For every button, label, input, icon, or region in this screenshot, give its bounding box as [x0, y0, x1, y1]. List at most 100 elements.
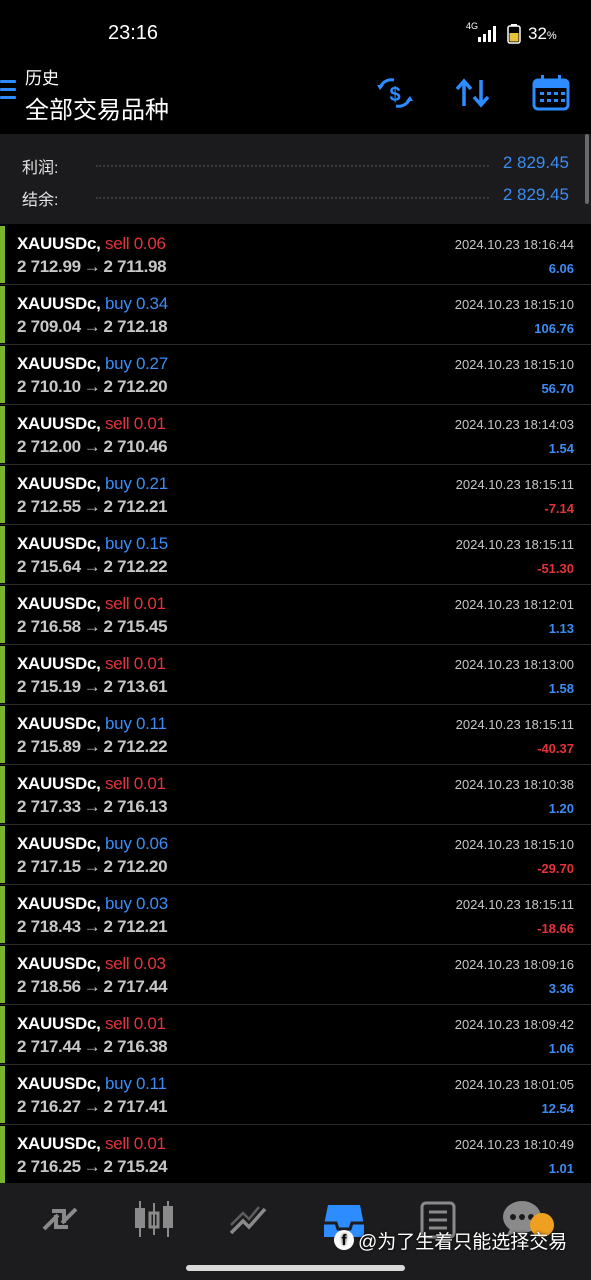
row-marker	[0, 406, 5, 463]
row-marker	[0, 286, 5, 343]
trade-row[interactable]: XAUUSDc, sell 0.01 2 716.58 → 2 715.45 2024.…	[0, 585, 591, 645]
trade-time: 2024.10.23 18:15:10	[454, 297, 574, 312]
trade-symbol: XAUUSDc, sell 0.01	[17, 414, 166, 433]
trade-row[interactable]: XAUUSDc, buy 0.11 2 715.89 → 2 712.22 2024.1…	[0, 705, 591, 765]
close-price: 2 716.38	[103, 1037, 168, 1056]
trade-profit: 56.70	[541, 381, 574, 396]
trade-symbol: XAUUSDc, buy 0.11	[17, 1074, 167, 1093]
menu-icon[interactable]	[0, 80, 16, 102]
header-subtitle: 历史	[25, 69, 59, 88]
trade-row[interactable]: XAUUSDc, sell 0.01 2 712.00 → 2 710.46 2024.…	[0, 405, 591, 465]
trade-prices: 2 715.89 → 2 712.22	[17, 737, 168, 757]
trade-profit: 3.36	[548, 981, 574, 996]
profit-label: 利润:	[22, 160, 59, 177]
arrow-right-icon: →	[83, 917, 101, 936]
trade-profit: 106.76	[534, 321, 574, 336]
trade-profit: 1.58	[548, 681, 574, 696]
row-marker	[0, 766, 5, 823]
trade-prices: 2 716.25 → 2 715.24	[17, 1157, 168, 1177]
trade-side: buy 0.06	[105, 834, 168, 853]
trade-row[interactable]: XAUUSDc, sell 0.06 2 712.99 → 2 711.98 2024.…	[0, 225, 591, 285]
gesture-handle[interactable]	[186, 1265, 405, 1271]
arrow-right-icon: →	[83, 377, 101, 396]
chart-icon[interactable]	[132, 1199, 176, 1239]
arrow-right-icon: →	[83, 797, 101, 816]
trade-profit: -51.30	[537, 561, 574, 576]
trade-row[interactable]: XAUUSDc, buy 0.27 2 710.10 → 2 712.20 2024.1…	[0, 345, 591, 405]
calendar-icon[interactable]	[530, 72, 572, 114]
trade-time: 2024.10.23 18:16:44	[454, 237, 574, 252]
trade-row[interactable]: XAUUSDc, buy 0.15 2 715.64 → 2 712.22 2024.1…	[0, 525, 591, 585]
trade-prices: 2 712.99 → 2 711.98	[17, 257, 167, 277]
trade-side: buy 0.21	[105, 474, 168, 493]
trade-list: XAUUSDc, sell 0.06 2 712.99 → 2 711.98 2024.…	[0, 225, 591, 1185]
trade-prices: 2 716.58 → 2 715.45	[17, 617, 168, 637]
open-price: 2 718.43	[17, 917, 81, 936]
trade-profit: 12.54	[541, 1101, 574, 1116]
row-marker	[0, 886, 5, 943]
trade-row[interactable]: XAUUSDc, buy 0.21 2 712.55 → 2 712.21 2024.1…	[0, 465, 591, 525]
arrow-right-icon: →	[83, 677, 101, 696]
trade-profit: -18.66	[537, 921, 574, 936]
scrollbar[interactable]	[585, 134, 589, 204]
trade-time: 2024.10.23 18:15:11	[455, 717, 574, 732]
trade-profit: -40.37	[537, 741, 574, 756]
open-price: 2 716.27	[17, 1097, 81, 1116]
close-price: 2 711.98	[103, 257, 167, 276]
trade-side: buy 0.03	[105, 894, 168, 913]
close-price: 2 715.24	[103, 1157, 168, 1176]
arrow-right-icon: →	[83, 1037, 101, 1056]
trade-row[interactable]: XAUUSDc, sell 0.01 2 717.44 → 2 716.38 2024.…	[0, 1005, 591, 1065]
trade-profit: -7.14	[544, 501, 574, 516]
open-price: 2 715.89	[17, 737, 81, 756]
row-marker	[0, 826, 5, 883]
trade-time: 2024.10.23 18:10:38	[454, 777, 574, 792]
close-price: 2 712.18	[103, 317, 168, 336]
trade-profit: 1.20	[548, 801, 574, 816]
quotes-icon[interactable]	[38, 1199, 82, 1239]
close-price: 2 717.41	[103, 1097, 168, 1116]
close-price: 2 713.61	[103, 677, 168, 696]
sort-icon[interactable]	[452, 72, 494, 114]
open-price: 2 712.55	[17, 497, 81, 516]
row-marker	[0, 466, 5, 523]
svg-text:$: $	[389, 84, 400, 106]
profit-value: 2 829.45	[502, 153, 569, 172]
open-price: 2 718.56	[17, 977, 81, 996]
trade-row[interactable]: XAUUSDc, buy 0.03 2 718.43 → 2 712.21 2024.1…	[0, 885, 591, 945]
trade-profit: 6.06	[548, 261, 574, 276]
status-time: 23:16	[108, 22, 159, 44]
trade-row[interactable]: XAUUSDc, sell 0.01 2 717.33 → 2 716.13 2024.…	[0, 765, 591, 825]
trade-row[interactable]: XAUUSDc, sell 0.01 2 715.19 → 2 713.61 2024.…	[0, 645, 591, 705]
row-marker	[0, 1066, 5, 1123]
page-title[interactable]: 全部交易品种	[25, 90, 169, 125]
trade-row[interactable]: XAUUSDc, buy 0.34 2 709.04 → 2 712.18 2024.1…	[0, 285, 591, 345]
close-price: 2 715.45	[103, 617, 168, 636]
arrow-right-icon: →	[83, 737, 101, 756]
arrow-right-icon: →	[83, 857, 101, 876]
row-marker	[0, 1126, 5, 1183]
trade-side: sell 0.01	[105, 594, 166, 613]
open-price: 2 709.04	[17, 317, 81, 336]
trade-profit: 1.06	[548, 1041, 574, 1056]
open-price: 2 715.64	[17, 557, 81, 576]
trade-row[interactable]: XAUUSDc, buy 0.06 2 717.15 → 2 712.20 2024.1…	[0, 825, 591, 885]
trade-row[interactable]: XAUUSDc, sell 0.03 2 718.56 → 2 717.44 2024.…	[0, 945, 591, 1005]
trade-side: buy 0.15	[105, 534, 168, 553]
trade-prices: 2 712.55 → 2 712.21	[17, 497, 168, 517]
row-marker	[0, 946, 5, 1003]
trade-row[interactable]: XAUUSDc, sell 0.01 2 716.25 → 2 715.24 2024.…	[0, 1125, 591, 1185]
trade-time: 2024.10.23 18:14:03	[454, 417, 574, 432]
open-price: 2 712.99	[17, 257, 81, 276]
trade-icon[interactable]	[227, 1199, 271, 1239]
close-price: 2 712.22	[103, 737, 168, 756]
arrow-right-icon: →	[83, 317, 101, 336]
open-price: 2 717.44	[17, 1037, 81, 1056]
arrow-right-icon: →	[83, 497, 101, 516]
trade-side: buy 0.34	[105, 294, 168, 313]
trade-time: 2024.10.23 18:15:11	[455, 477, 574, 492]
trade-symbol: XAUUSDc, sell 0.01	[17, 774, 166, 793]
trade-symbol: XAUUSDc, buy 0.27	[17, 354, 168, 373]
currency-toggle-icon[interactable]: $	[374, 72, 416, 114]
trade-row[interactable]: XAUUSDc, buy 0.11 2 716.27 → 2 717.41 2024.1…	[0, 1065, 591, 1125]
